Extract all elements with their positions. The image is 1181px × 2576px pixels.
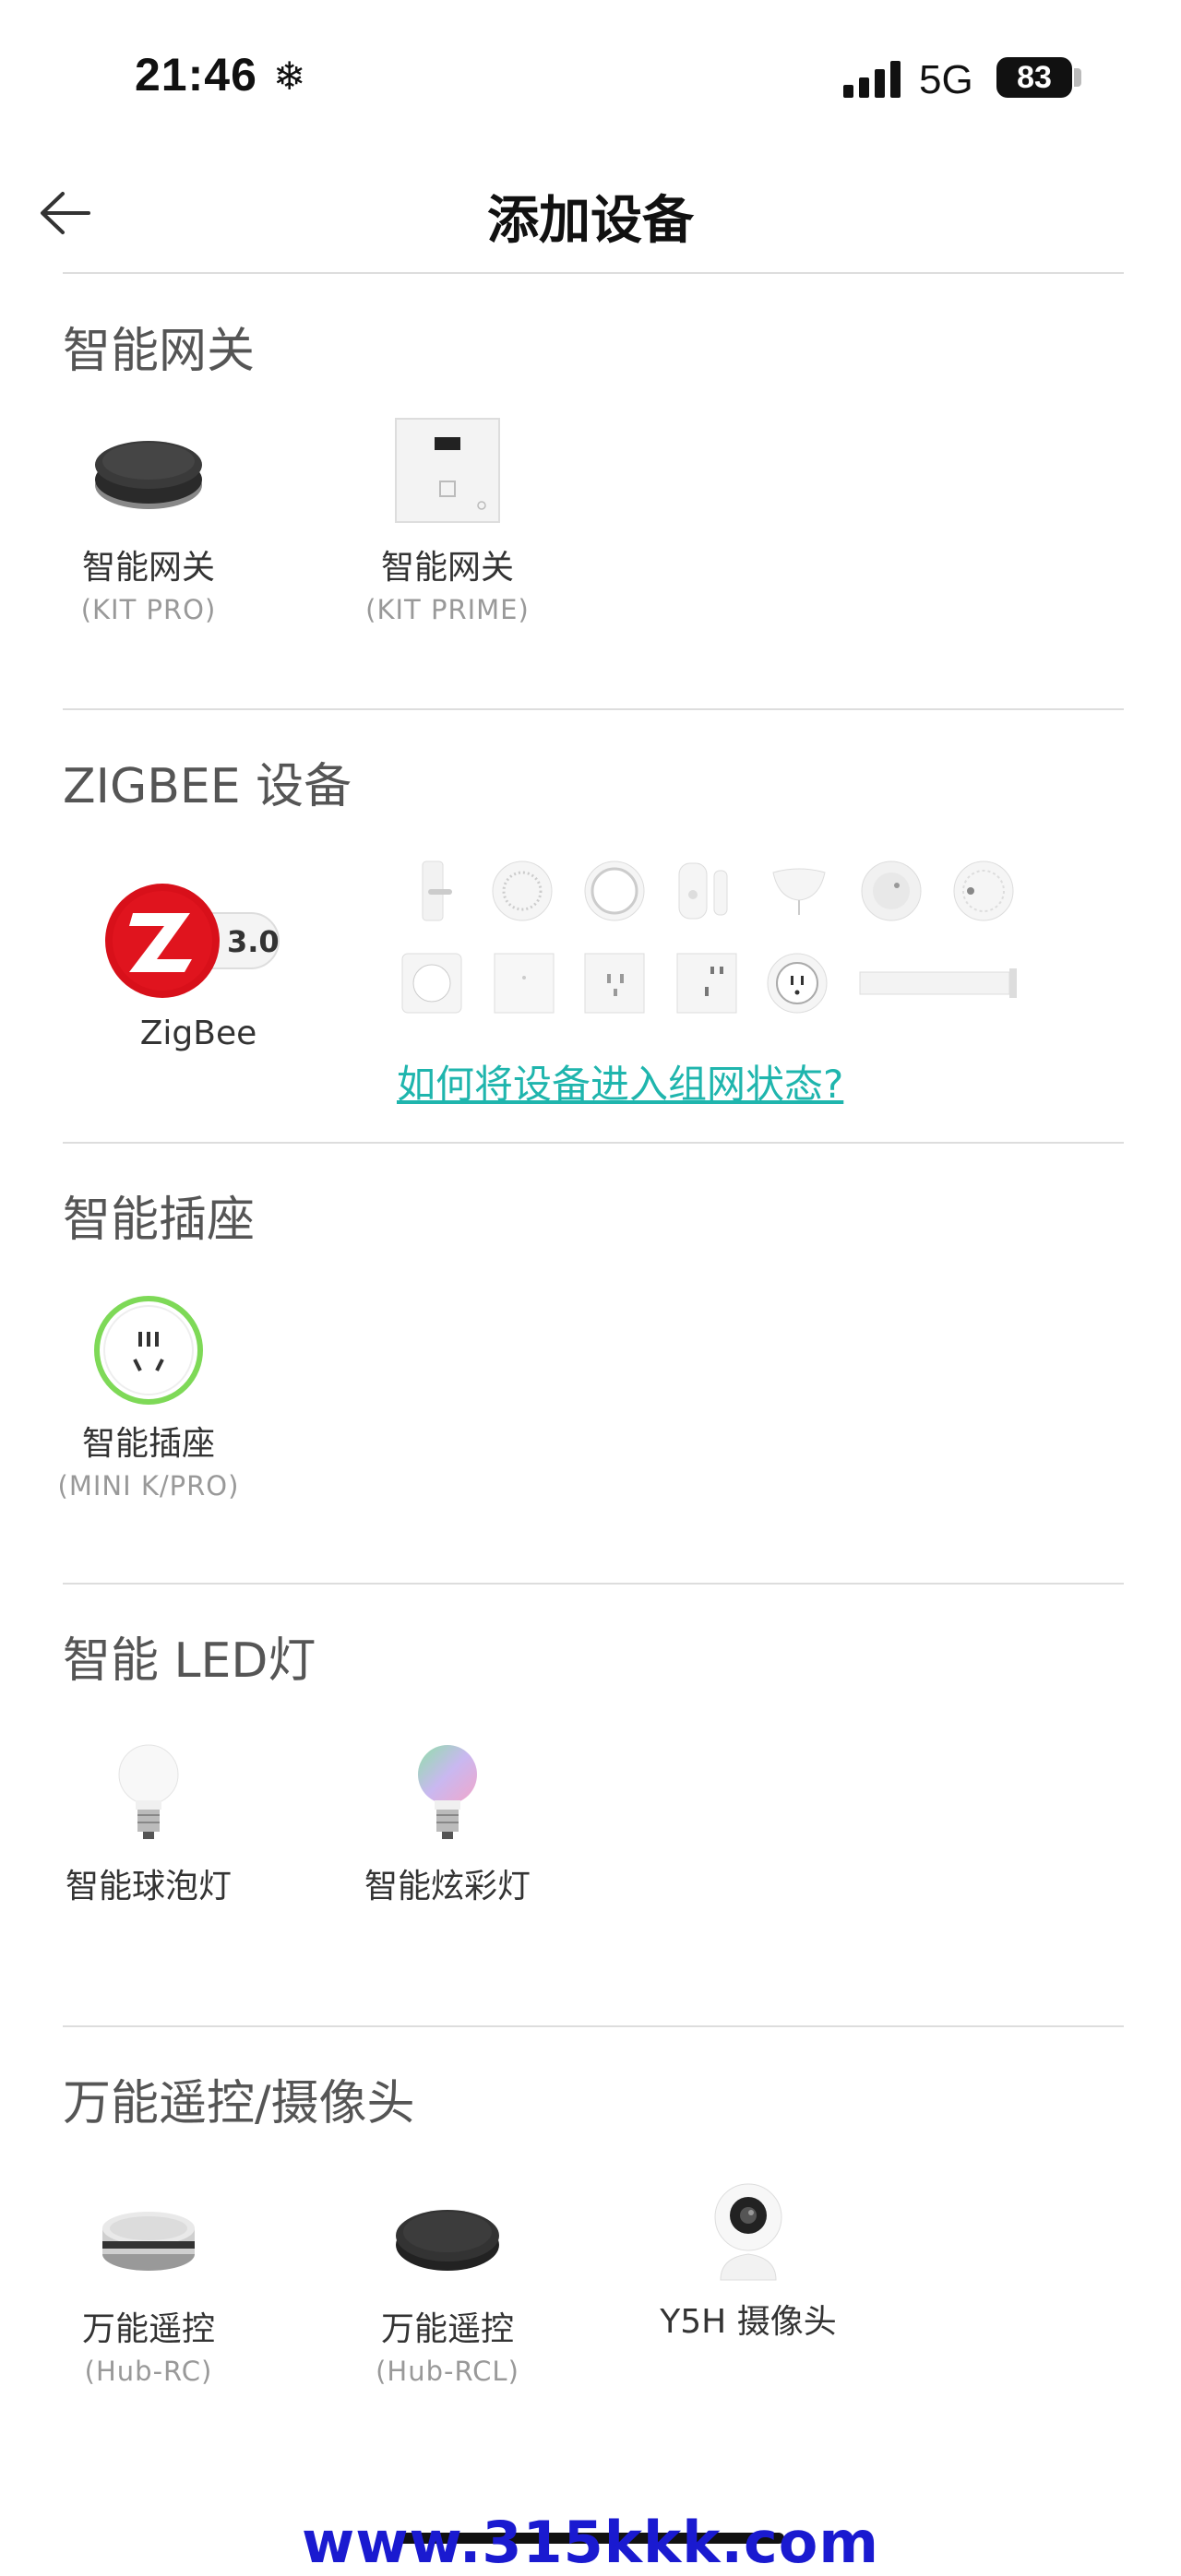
camera-icon <box>642 2169 854 2289</box>
gas-detector-icon <box>953 861 1014 921</box>
door-lock-icon <box>422 861 452 921</box>
page-title: 添加设备 <box>487 191 694 251</box>
device-hub-rcl[interactable]: 万能遥控 (Hub-RCL) <box>341 2177 554 2387</box>
black-remote-hub-icon <box>341 2177 554 2297</box>
device-model: (MINI K/PRO) <box>57 1470 240 1502</box>
rgb-bulb-icon <box>341 1734 554 1854</box>
zigbee-badge: 3.0 <box>227 924 280 959</box>
device-y5h-camera[interactable]: Y5H 摄像头 <box>642 2169 854 2343</box>
device-name: 智能球泡灯 <box>65 1868 232 1905</box>
device-name: 万能遥控 <box>380 2310 514 2348</box>
device-gateway-kit-pro[interactable]: 智能网关 (KIT PRO) <box>42 406 255 625</box>
wall-panel-gateway-icon <box>341 406 554 535</box>
device-white-bulb[interactable]: 智能球泡灯 <box>42 1734 255 1907</box>
device-model: (KIT PRIME) <box>365 594 530 625</box>
device-model: (KIT PRO) <box>80 594 217 625</box>
device-hub-rc[interactable]: 万能遥控 (Hub-RC) <box>42 2177 255 2387</box>
device-gateway-kit-prime[interactable]: 智能网关 (KIT PRIME) <box>341 406 554 625</box>
device-model: (Hub-RC) <box>84 2356 213 2387</box>
smart-plug-icon <box>42 1291 255 1411</box>
network-type: 5G <box>919 57 973 102</box>
divider <box>63 2025 1124 2027</box>
device-smart-plug[interactable]: 智能插座 (MINI K/PRO) <box>42 1291 255 1502</box>
divider <box>63 708 1124 710</box>
snowflake-icon: ❄ <box>273 53 306 99</box>
smoke-detector-icon <box>861 861 922 921</box>
device-zigbee[interactable]: 3.0 ZigBee <box>92 876 304 1052</box>
silver-remote-hub-icon <box>42 2177 255 2297</box>
device-name: Y5H 摄像头 <box>660 2303 837 2341</box>
section-title-gateway: 智能网关 <box>63 324 256 379</box>
divider <box>63 1583 1124 1585</box>
water-sensor-icon <box>772 868 826 915</box>
device-name: 智能网关 <box>380 549 514 587</box>
section-title-remote-camera: 万能遥控/摄像头 <box>63 2076 415 2131</box>
cell-signal-icon <box>843 61 902 98</box>
door-sensor-icon <box>678 862 728 920</box>
divider <box>63 1142 1124 1144</box>
pairing-help-link[interactable]: 如何将设备进入组网状态? <box>397 1053 843 1110</box>
device-name: 智能插座 <box>81 1425 215 1463</box>
dimmer-switch-icon <box>401 953 462 1014</box>
speaker-sensor-icon <box>492 861 553 921</box>
divider <box>63 272 1124 274</box>
round-gateway-icon <box>42 406 255 535</box>
wall-outlet-cn-icon <box>584 953 645 1014</box>
device-name: 万能遥控 <box>81 2310 215 2348</box>
section-title-plug: 智能插座 <box>63 1193 256 1248</box>
device-name: 智能炫彩灯 <box>364 1868 531 1905</box>
curtain-motor-icon <box>859 968 1017 998</box>
watermark: www.315kkk.com <box>301 2509 880 2576</box>
device-rgb-bulb[interactable]: 智能炫彩灯 <box>341 1734 554 1907</box>
status-time: 21:46 <box>135 49 257 101</box>
us-plug-icon <box>767 953 828 1014</box>
device-name: 智能网关 <box>81 549 215 587</box>
device-name: ZigBee <box>139 1015 257 1052</box>
wall-switch-icon <box>494 953 555 1014</box>
battery-tip <box>1074 68 1081 87</box>
device-model: (Hub-RCL) <box>376 2356 519 2387</box>
battery-icon: 83 <box>996 57 1072 98</box>
round-button-icon <box>584 861 645 921</box>
wall-outlet-usb-icon <box>676 953 737 1014</box>
white-bulb-icon <box>42 1734 255 1854</box>
zigbee-logo-icon: 3.0 <box>92 876 304 1005</box>
section-title-led: 智能 LED灯 <box>63 1633 316 1689</box>
section-title-zigbee: ZIGBEE 设备 <box>63 759 352 814</box>
